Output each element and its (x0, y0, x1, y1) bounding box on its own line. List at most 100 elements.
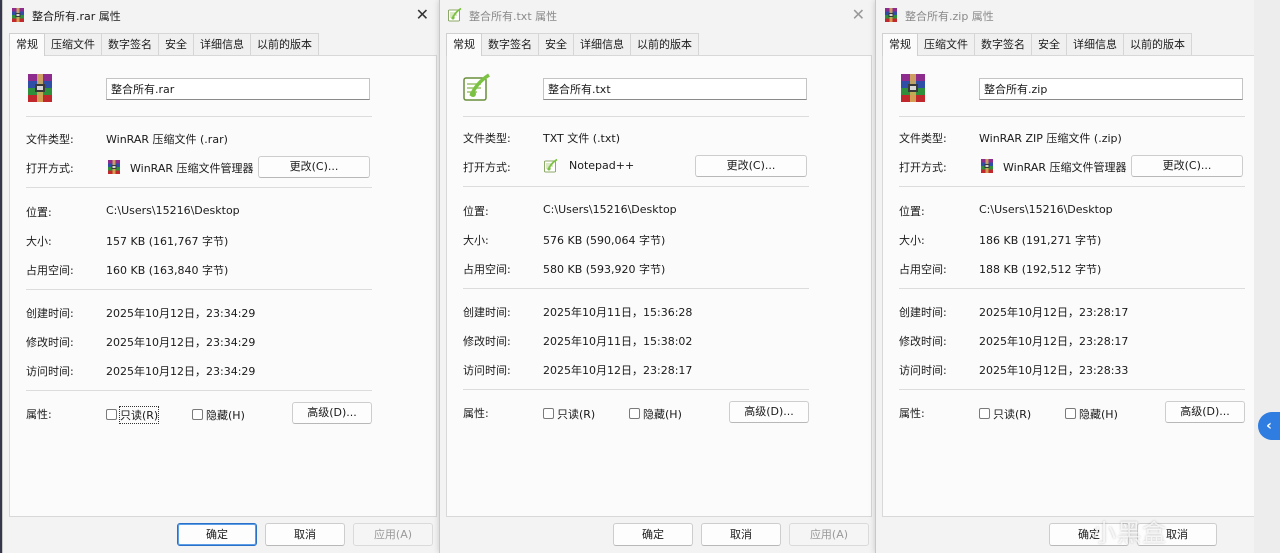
hidden-checkbox[interactable] (629, 408, 640, 419)
hidden-label[interactable]: 隐藏(H) (1079, 406, 1118, 422)
location-label: 位置: (899, 205, 925, 218)
location-value: C:\Users\15216\Desktop (979, 203, 1113, 216)
title-bar[interactable]: 整合所有.txt 属性 ✕ (440, 0, 875, 30)
tab-digital-signatures[interactable]: 数字签名 (481, 33, 539, 55)
hidden-label[interactable]: 隐藏(H) (643, 406, 682, 422)
created-value: 2025年10月12日，23:28:17 (979, 306, 1129, 319)
divider (463, 288, 809, 289)
watermark-logo: 小黑盒 (1092, 519, 1167, 547)
modified-value: 2025年10月12日，23:28:17 (979, 335, 1129, 348)
file-type-value: TXT 文件 (.txt) (543, 132, 620, 145)
tab-digital-signatures[interactable]: 数字签名 (974, 33, 1032, 55)
side-collapse-icon[interactable]: ‹ (1258, 412, 1280, 440)
location-label: 位置: (463, 205, 489, 218)
apply-button[interactable]: 应用(A) (353, 523, 433, 546)
properties-dialog-zip: 整合所有.zip 属性 常规 压缩文件 数字签名 安全 详细信息 以前的版本 文… (875, 0, 1260, 553)
open-with-value: Notepad++ (569, 159, 635, 172)
created-label: 创建时间: (899, 306, 947, 319)
tab-strip: 常规 数字签名 安全 详细信息 以前的版本 (446, 33, 699, 56)
winrar-archive-icon (10, 7, 26, 23)
advanced-button[interactable]: 高级(D)... (729, 401, 809, 423)
filename-input[interactable] (979, 78, 1243, 100)
tab-general[interactable]: 常规 (446, 33, 482, 56)
cancel-button[interactable]: 取消 (265, 523, 345, 546)
tab-digital-signatures[interactable]: 数字签名 (101, 33, 159, 55)
accessed-label: 访问时间: (463, 364, 511, 377)
tab-security[interactable]: 安全 (538, 33, 574, 55)
open-with-value: WinRAR 压缩文件管理器 (1003, 161, 1127, 174)
tab-archive[interactable]: 压缩文件 (917, 33, 975, 55)
readonly-checkbox[interactable] (979, 408, 990, 419)
divider (26, 390, 372, 391)
filename-input[interactable] (106, 78, 370, 100)
size-on-disk-value: 188 KB (192,512 字节) (979, 263, 1102, 276)
tab-details[interactable]: 详细信息 (573, 33, 631, 55)
file-type-value: WinRAR 压缩文件 (.rar) (106, 133, 228, 146)
accessed-label: 访问时间: (899, 364, 947, 377)
size-label: 大小: (899, 234, 925, 247)
attributes-label: 属性: (26, 408, 52, 421)
notepadpp-icon (447, 7, 463, 23)
readonly-checkbox[interactable] (106, 409, 117, 420)
notepadpp-icon (543, 158, 559, 174)
winrar-archive-icon (24, 72, 56, 104)
winrar-archive-icon (979, 158, 995, 174)
general-panel: 文件类型: TXT 文件 (.txt) 打开方式: Notepad++ 更改(C… (446, 55, 872, 517)
location-label: 位置: (26, 206, 52, 219)
tab-previous-versions[interactable]: 以前的版本 (1123, 33, 1192, 55)
advanced-button[interactable]: 高级(D)... (292, 402, 372, 424)
change-button[interactable]: 更改(C)... (258, 156, 370, 178)
tab-general[interactable]: 常规 (882, 33, 918, 56)
file-type-label: 文件类型: (463, 132, 511, 145)
size-on-disk-value: 580 KB (593,920 字节) (543, 263, 666, 276)
dialog-footer: 确定 取消 应用(A) (440, 517, 875, 553)
tab-previous-versions[interactable]: 以前的版本 (630, 33, 699, 55)
general-panel: 文件类型: WinRAR 压缩文件 (.rar) 打开方式: WinRAR 压缩… (9, 55, 437, 517)
tab-details[interactable]: 详细信息 (1066, 33, 1124, 55)
open-with-value: WinRAR 压缩文件管理器 (130, 162, 254, 175)
filename-input[interactable] (543, 78, 807, 100)
accessed-value: 2025年10月12日，23:28:17 (543, 364, 693, 377)
advanced-button[interactable]: 高级(D)... (1165, 401, 1245, 423)
size-value: 576 KB (590,064 字节) (543, 234, 666, 247)
tab-details[interactable]: 详细信息 (193, 33, 251, 55)
hidden-label[interactable]: 隐藏(H) (206, 407, 245, 423)
attributes-label: 属性: (899, 407, 925, 420)
ok-button[interactable]: 确定 (613, 523, 693, 546)
readonly-label[interactable]: 只读(R) (557, 406, 595, 422)
title-bar[interactable]: 整合所有.rar 属性 ✕ (3, 0, 439, 30)
tab-general[interactable]: 常规 (9, 33, 45, 56)
open-with-label: 打开方式: (899, 161, 947, 174)
tab-security[interactable]: 安全 (158, 33, 194, 55)
created-value: 2025年10月12日，23:34:29 (106, 307, 256, 320)
file-type-label: 文件类型: (899, 132, 947, 145)
tab-archive[interactable]: 压缩文件 (44, 33, 102, 55)
tab-previous-versions[interactable]: 以前的版本 (250, 33, 319, 55)
divider (463, 116, 809, 117)
title-bar[interactable]: 整合所有.zip 属性 (876, 0, 1259, 30)
change-button[interactable]: 更改(C)... (1131, 155, 1243, 177)
hidden-checkbox[interactable] (192, 409, 203, 420)
readonly-checkbox[interactable] (543, 408, 554, 419)
modified-label: 修改时间: (26, 336, 74, 349)
accessed-value: 2025年10月12日，23:34:29 (106, 365, 256, 378)
divider (26, 289, 372, 290)
created-label: 创建时间: (26, 307, 74, 320)
apply-button[interactable]: 应用(A) (789, 523, 869, 546)
hidden-checkbox[interactable] (1065, 408, 1076, 419)
location-value: C:\Users\15216\Desktop (543, 203, 677, 216)
divider (26, 187, 372, 188)
cancel-button[interactable]: 取消 (701, 523, 781, 546)
change-button[interactable]: 更改(C)... (695, 155, 807, 177)
size-on-disk-label: 占用空间: (26, 264, 74, 277)
size-on-disk-value: 160 KB (163,840 字节) (106, 264, 229, 277)
close-icon[interactable]: ✕ (416, 5, 429, 24)
close-icon[interactable]: ✕ (852, 5, 865, 24)
readonly-label[interactable]: 只读(R) (118, 406, 160, 424)
divider (26, 116, 372, 117)
readonly-label[interactable]: 只读(R) (993, 406, 1031, 422)
tab-security[interactable]: 安全 (1031, 33, 1067, 55)
divider (899, 389, 1245, 390)
winrar-archive-icon (106, 159, 122, 175)
ok-button[interactable]: 确定 (177, 523, 257, 546)
